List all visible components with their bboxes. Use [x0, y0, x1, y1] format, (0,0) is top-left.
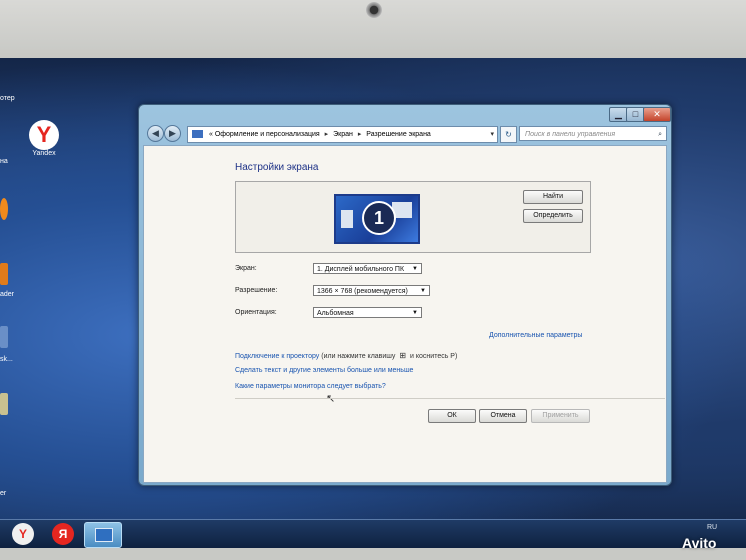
divider — [235, 398, 665, 399]
monitor-thumbnail — [341, 210, 353, 228]
cancel-button[interactable]: Отмена — [479, 409, 527, 423]
chevron-down-icon: ▼ — [412, 310, 418, 316]
resolution-select-value: 1366 × 768 (рекомендуется) — [317, 288, 408, 295]
desktop-icon-label-cut: на — [0, 158, 8, 165]
resolution-select[interactable]: 1366 × 768 (рекомендуется) ▼ — [313, 285, 430, 296]
desktop-icon-label-cut: er — [0, 490, 7, 497]
close-button[interactable]: ✕ — [643, 107, 671, 122]
ok-button[interactable]: ОК — [428, 409, 476, 423]
find-button[interactable]: Найти — [523, 190, 583, 204]
address-prefix: « — [208, 131, 213, 138]
breadcrumb-item[interactable]: Оформление и персонализация — [215, 131, 320, 138]
screen-select[interactable]: 1. Дисплей мобильного ПК ▼ — [313, 263, 422, 274]
yandex-browser-icon[interactable]: Y — [12, 523, 34, 545]
chevron-down-icon: ▼ — [412, 266, 418, 272]
orientation-label: Ориентация: — [235, 309, 277, 316]
control-panel-icon — [192, 130, 203, 139]
monitor-icon[interactable]: 1 — [334, 194, 420, 244]
screen-select-value: 1. Дисплей мобильного ПК — [317, 266, 405, 273]
address-bar[interactable]: « Оформление и персонализация ▸ Экран ▸ … — [187, 126, 498, 143]
taskbar-item-control-panel[interactable] — [84, 522, 122, 548]
desktop-icon-yandex[interactable]: Y Yandex — [22, 120, 66, 157]
search-placeholder: Поиск в панели управления — [525, 131, 616, 138]
laptop-bezel-bottom — [0, 548, 746, 560]
yandex-browser-icon: Y — [29, 120, 59, 150]
taskbar: Y Я RU — [0, 519, 746, 548]
text-size-link[interactable]: Сделать текст и другие элементы больше и… — [235, 367, 413, 374]
control-panel-window: ▁ □ ✕ ◀ ▶ « Оформление и персонализация … — [138, 104, 672, 486]
app-icon[interactable] — [0, 263, 8, 285]
orientation-select[interactable]: Альбомная ▼ — [313, 307, 422, 318]
app-icon[interactable] — [0, 393, 8, 415]
resolution-label: Разрешение: — [235, 287, 278, 294]
screen-label: Экран: — [235, 265, 257, 272]
identify-button[interactable]: Определить — [523, 209, 583, 223]
orientation-select-value: Альбомная — [317, 310, 354, 317]
yandex-icon[interactable]: Я — [52, 523, 74, 545]
app-icon[interactable] — [0, 198, 8, 220]
projector-link[interactable]: Подключение к проектору — [235, 353, 319, 360]
projector-hint: (или нажмите клавишу — [319, 353, 398, 360]
monitor-number: 1 — [362, 201, 396, 235]
chevron-down-icon[interactable]: ▾ — [490, 127, 494, 142]
refresh-button[interactable]: ↻ — [500, 126, 517, 143]
windows-key-icon: ⊞ — [399, 351, 407, 360]
monitor-settings-help-link[interactable]: Какие параметры монитора следует выбрать… — [235, 383, 386, 390]
monitor-arrangement-panel: 1 Найти Определить — [235, 181, 591, 253]
breadcrumb-item[interactable]: Разрешение экрана — [366, 131, 431, 138]
desktop-icon-label-cut: отер — [0, 95, 15, 102]
breadcrumb-separator: ▸ — [357, 131, 362, 138]
apply-button[interactable]: Применить — [531, 409, 590, 423]
back-button[interactable]: ◀ — [147, 125, 164, 142]
webcam — [366, 2, 382, 18]
desktop-icon-label-cut: sk... — [0, 356, 13, 363]
chevron-down-icon: ▼ — [420, 288, 426, 294]
avito-watermark: Avito — [682, 535, 717, 551]
projector-hint: и коснитесь P) — [408, 353, 458, 360]
advanced-settings-link[interactable]: Дополнительные параметры — [489, 332, 582, 339]
forward-button[interactable]: ▶ — [164, 125, 181, 142]
search-icon[interactable]: ⌕ — [658, 127, 662, 142]
page-title: Настройки экрана — [235, 162, 319, 173]
search-input[interactable]: Поиск в панели управления ⌕ — [519, 126, 667, 141]
content-pane: Настройки экрана 1 Найти Определить Экра… — [143, 145, 667, 483]
laptop-bezel — [0, 0, 746, 58]
desktop-icon-label: Yandex — [32, 150, 56, 157]
breadcrumb-item[interactable]: Экран — [333, 131, 353, 138]
desktop-icon-label-cut: ader — [0, 291, 15, 298]
language-indicator[interactable]: RU — [707, 524, 717, 531]
projector-line: Подключение к проектору (или нажмите кла… — [235, 351, 457, 360]
app-icon[interactable] — [0, 326, 8, 348]
control-panel-icon — [95, 528, 113, 542]
breadcrumb-separator: ▸ — [324, 131, 329, 138]
